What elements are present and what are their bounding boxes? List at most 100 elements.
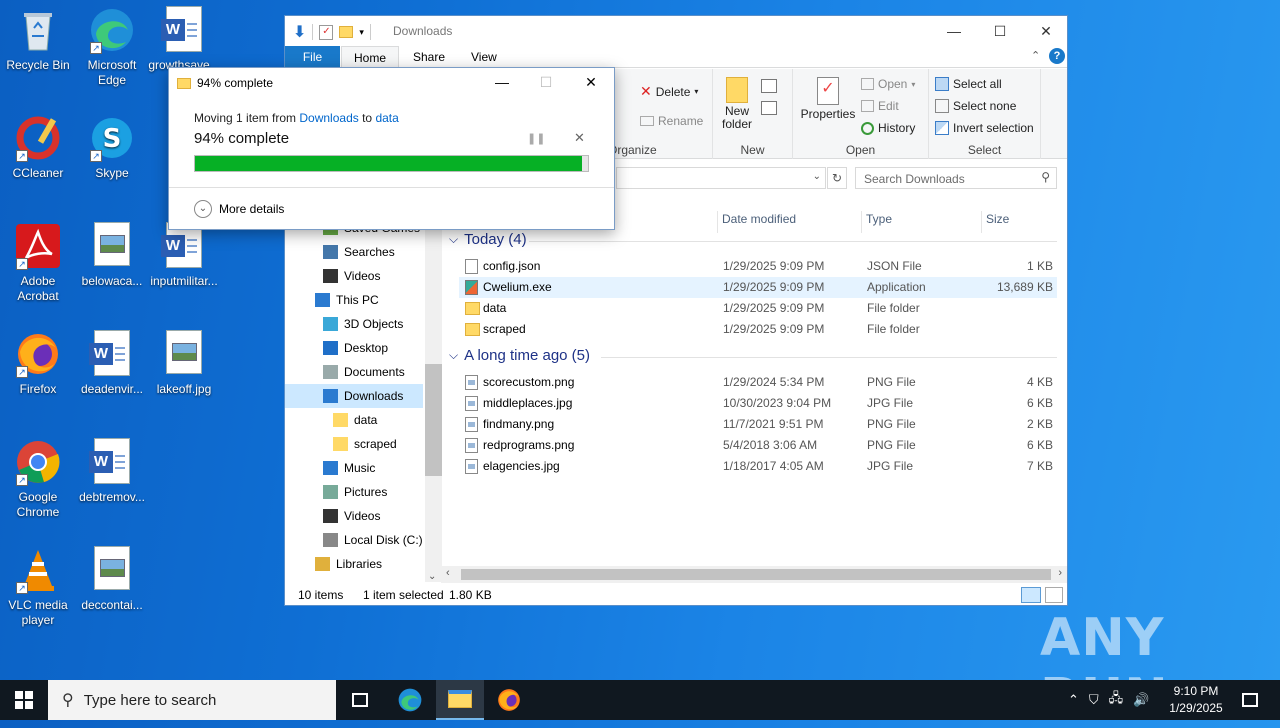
nav-item-searches[interactable]: Searches xyxy=(323,240,395,264)
desktop-icon-google-chrome[interactable]: ↗ Google Chrome xyxy=(0,432,76,520)
desktop-icon-lakeoff[interactable]: lakeoff.jpg xyxy=(146,324,222,397)
desktop-icon-vlc[interactable]: ↗ VLC media player xyxy=(0,540,76,628)
file-row[interactable]: data 1/29/2025 9:09 PM File folder xyxy=(459,298,1057,319)
tab-file[interactable]: File xyxy=(285,46,340,68)
qat-dropdown-icon[interactable]: ▾ xyxy=(359,27,364,38)
scrollbar-thumb[interactable] xyxy=(425,364,442,476)
tab-share[interactable]: Share xyxy=(401,46,457,68)
file-row[interactable]: elagencies.jpg 1/18/2017 4:05 AM JPG File 7… xyxy=(459,456,1057,477)
nav-item-downloads[interactable]: Downloads xyxy=(285,384,423,408)
desktop-icon-deadenvir[interactable]: W deadenvir... xyxy=(74,324,150,397)
pause-button[interactable]: ❚❚ xyxy=(527,132,545,145)
source-link[interactable]: Downloads xyxy=(299,111,358,125)
desktop-icon-debtremov[interactable]: W debtremov... xyxy=(74,432,150,505)
file-row[interactable]: findmany.png 11/7/2021 9:51 PM PNG File 2 K… xyxy=(459,414,1057,435)
nav-item-this-pc[interactable]: This PC xyxy=(315,288,379,312)
new-item-icon[interactable] xyxy=(761,79,777,93)
nav-item-data[interactable]: data xyxy=(333,408,377,432)
notifications-button[interactable] xyxy=(1226,680,1274,720)
scroll-down-icon[interactable]: ⌄ xyxy=(428,571,436,582)
destination-link[interactable]: data xyxy=(375,111,398,125)
select-none-button[interactable]: Select none xyxy=(935,99,1016,113)
file-row[interactable]: redprograms.png 5/4/2018 3:06 AM PNG File 6… xyxy=(459,435,1057,456)
desktop-icon-recycle-bin[interactable]: Recycle Bin xyxy=(0,0,76,73)
address-bar[interactable]: ⌄ xyxy=(616,167,826,189)
cancel-button[interactable]: ✕ xyxy=(574,130,585,146)
column-type[interactable]: Type xyxy=(861,211,979,233)
tab-view[interactable]: View xyxy=(459,46,509,68)
large-icons-view-icon[interactable] xyxy=(1045,587,1063,603)
taskbar-edge[interactable] xyxy=(386,680,434,720)
taskbar-firefox[interactable] xyxy=(485,680,533,720)
close-button[interactable]: ✕ xyxy=(1023,16,1069,46)
clock[interactable]: 9:10 PM 1/29/2025 xyxy=(1162,683,1230,717)
taskbar-search[interactable]: ⚲ Type here to search xyxy=(48,680,336,720)
horizontal-scrollbar[interactable]: ‹ › xyxy=(441,566,1067,583)
details-view-icon[interactable] xyxy=(1021,587,1041,603)
more-details-button[interactable]: ⌄ More details xyxy=(194,200,284,218)
desktop-icon-edge[interactable]: ↗ Microsoft Edge xyxy=(74,0,150,88)
security-icon[interactable]: ⛉ xyxy=(1089,692,1099,708)
network-icon[interactable]: 🖧 xyxy=(1109,689,1124,711)
group-header[interactable]: ⌵ A long time ago (5) xyxy=(449,347,590,364)
file-row[interactable]: Cwelium.exe 1/29/2025 9:09 PM Application 1… xyxy=(459,277,1057,298)
chevron-down-icon[interactable]: ⌄ xyxy=(813,171,821,182)
new-folder-icon[interactable] xyxy=(339,26,354,38)
show-hidden-icons-icon[interactable]: ⌃ xyxy=(1068,692,1079,708)
delete-button[interactable]: ✕ Delete ▾ xyxy=(640,83,698,100)
scrollbar-thumb[interactable] xyxy=(461,569,1051,580)
taskbar-file-explorer[interactable] xyxy=(436,680,484,720)
desktop-icon-deccontai[interactable]: deccontai... xyxy=(74,540,150,613)
search-box[interactable]: Search Downloads ⚲ xyxy=(855,167,1057,189)
nav-scrollbar[interactable]: ⌄ xyxy=(425,224,442,582)
start-button[interactable] xyxy=(0,680,48,720)
column-date-modified[interactable]: Date modified xyxy=(717,211,859,233)
file-row[interactable]: middleplaces.jpg 10/30/2023 9:04 PM JPG Fi… xyxy=(459,393,1057,414)
nav-item-pictures[interactable]: Pictures xyxy=(323,480,387,504)
edit-button[interactable]: Edit xyxy=(861,99,899,113)
search-input[interactable]: Search Downloads xyxy=(864,172,965,186)
nav-item-music[interactable]: Music xyxy=(323,456,375,480)
maximize-button[interactable]: ☐ xyxy=(977,16,1023,46)
select-all-button[interactable]: Select all xyxy=(935,77,1002,91)
desktop-icon-skype[interactable]: S ↗ Skype xyxy=(74,108,150,181)
properties-button[interactable]: ✓ Properties xyxy=(799,77,857,121)
desktop-icon-adobe-acrobat[interactable]: ↗ Adobe Acrobat xyxy=(0,216,76,304)
collapse-ribbon-icon[interactable]: ⌃ xyxy=(1031,49,1040,62)
desktop-icon-growthsave[interactable]: W growthsave... xyxy=(146,0,222,73)
rename-button[interactable]: Rename xyxy=(640,114,703,128)
easy-access-icon[interactable] xyxy=(761,101,777,115)
properties-check-icon[interactable]: ✓ xyxy=(319,24,334,40)
desktop-icon-firefox[interactable]: ↗ Firefox xyxy=(0,324,76,397)
nav-item-videos[interactable]: Videos xyxy=(323,504,380,528)
file-row[interactable]: scorecustom.png 1/29/2024 5:34 PM PNG File… xyxy=(459,372,1057,393)
group-header[interactable]: ⌵ Today (4) xyxy=(449,231,527,248)
minimize-button[interactable]: — xyxy=(931,16,977,46)
minimize-button[interactable]: — xyxy=(480,68,524,96)
new-folder-button[interactable]: New folder xyxy=(717,77,757,131)
nav-item-3d-objects[interactable]: 3D Objects xyxy=(323,312,403,336)
desktop-icon-ccleaner[interactable]: ↗ CCleaner xyxy=(0,108,76,181)
history-button[interactable]: History xyxy=(861,121,915,135)
tab-home[interactable]: Home xyxy=(341,46,400,68)
nav-item-local-disk-c[interactable]: Local Disk (C:) xyxy=(323,528,423,552)
file-row[interactable]: scraped 1/29/2025 9:09 PM File folder xyxy=(459,319,1057,340)
column-size[interactable]: Size xyxy=(981,211,1059,233)
nav-item-videos[interactable]: Videos xyxy=(323,264,380,288)
nav-item-libraries[interactable]: Libraries xyxy=(315,552,382,576)
down-arrow-icon[interactable]: ⬇ xyxy=(293,22,306,42)
invert-selection-button[interactable]: Invert selection xyxy=(935,121,1034,135)
nav-item-scraped[interactable]: scraped xyxy=(333,432,397,456)
refresh-button[interactable]: ↻ xyxy=(827,167,847,189)
nav-item-documents[interactable]: Documents xyxy=(323,360,405,384)
close-button[interactable]: ✕ xyxy=(569,68,613,96)
scroll-right-icon[interactable]: › xyxy=(1058,567,1062,579)
help-icon[interactable]: ? xyxy=(1049,48,1065,64)
task-view-button[interactable] xyxy=(336,680,384,720)
nav-item-desktop[interactable]: Desktop xyxy=(323,336,388,360)
volume-icon[interactable]: 🔊 xyxy=(1133,692,1149,708)
maximize-button[interactable]: ☐ xyxy=(524,68,568,96)
taskbar-search-input[interactable]: Type here to search xyxy=(84,692,217,709)
scroll-left-icon[interactable]: ‹ xyxy=(446,567,450,579)
open-button[interactable]: Open ▾ xyxy=(861,77,915,91)
